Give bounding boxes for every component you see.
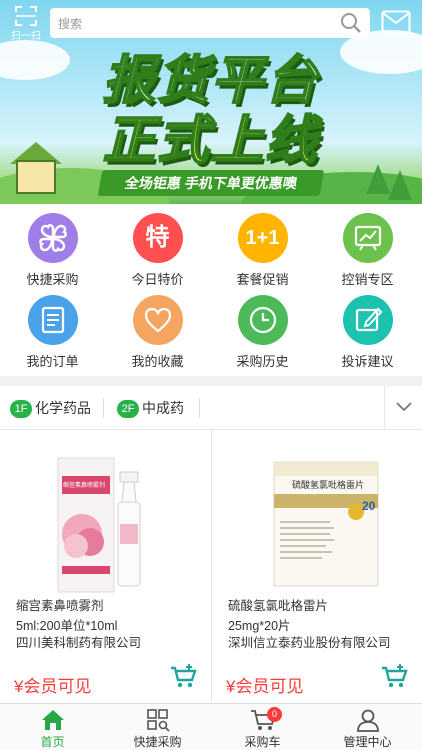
floor-badge: 2F — [117, 400, 139, 418]
section-divider — [0, 376, 422, 386]
tab-chinese-patent-medicine[interactable]: 2F 中成药 — [117, 386, 184, 430]
nav-label: 管理中心 — [343, 735, 392, 749]
message-icon[interactable] — [381, 10, 411, 34]
product-name: 缩宫素鼻喷雾剂 — [16, 599, 104, 613]
product-price: ¥会员可见 — [14, 677, 92, 696]
tab-separator — [103, 398, 104, 418]
search-icon[interactable] — [340, 12, 362, 34]
add-to-cart-icon[interactable] — [380, 662, 408, 690]
nav-home[interactable]: 首页 — [0, 704, 105, 750]
quick-item-label: 采购历史 — [236, 354, 289, 369]
add-to-cart-icon[interactable] — [169, 662, 197, 690]
quick-item-my-favorites[interactable]: 我的收藏 — [105, 286, 210, 369]
nav-management-center[interactable]: 管理中心 — [315, 704, 420, 750]
edit-note-icon — [342, 295, 393, 345]
product-image — [57, 457, 141, 593]
clock-icon — [237, 295, 288, 345]
floor-badge: 1F — [10, 400, 32, 418]
bundle-icon: 1+1 — [237, 213, 288, 263]
heart-icon — [132, 295, 183, 345]
quick-item-bundle-promo[interactable]: 1+1 套餐促销 — [210, 204, 315, 287]
quick-item-fast-purchase[interactable]: 快捷采购 — [0, 204, 105, 287]
app-page: 报货平台 正式上线 全场钜惠 手机下单更优惠噢 扫一扫 搜索 快捷采购 特 今日… — [0, 0, 422, 750]
banner-headline-2: 正式上线 — [102, 111, 319, 171]
scan-icon — [15, 6, 37, 26]
nav-label: 首页 — [40, 735, 65, 749]
product-manufacturer: 四川美科制药有限公司 — [16, 636, 142, 650]
product-name: 硫酸氢氯吡格雷片 — [228, 599, 329, 613]
banner-slogan: 全场钜惠 手机下单更优惠噢 — [97, 170, 325, 196]
tab-chemical-drugs[interactable]: 1F 化学药品 — [10, 386, 91, 430]
quick-item-controlled-sales[interactable]: 控销专区 — [315, 204, 420, 287]
product-price: ¥会员可见 — [226, 677, 304, 696]
scan-label: 扫一扫 — [11, 31, 41, 42]
quick-item-label: 我的收藏 — [131, 354, 184, 369]
quick-item-purchase-history[interactable]: 采购历史 — [210, 286, 315, 369]
nav-label: 采购车 — [244, 735, 281, 749]
nav-fast-purchase[interactable]: 快捷采购 — [105, 704, 210, 750]
order-list-icon — [27, 295, 78, 345]
product-box-label: 缩宫素鼻喷雾剂 — [62, 483, 105, 489]
nav-label: 快捷采购 — [133, 735, 182, 749]
home-icon — [41, 710, 64, 730]
tab-label: 中成药 — [142, 400, 184, 416]
nav-cart[interactable]: 0 采购车 — [210, 704, 315, 750]
cart-count-badge: 0 — [267, 707, 282, 722]
quick-item-label: 投诉建议 — [341, 354, 394, 369]
tree-decoration — [388, 170, 412, 200]
product-box-label-en: Clopidogrel Bisulfate Tablets — [296, 490, 360, 496]
quick-menu: 快捷采购 特 今日特价 1+1 套餐促销 控销专区 我的订单 我的收藏 采购历史… — [0, 204, 422, 374]
search-bar[interactable]: 搜索 — [50, 8, 370, 38]
product-card[interactable]: 硫酸氢氯吡格雷片 Clopidogrel Bisulfate Tablets 2… — [211, 430, 422, 702]
quick-item-my-orders[interactable]: 我的订单 — [0, 286, 105, 369]
special-price-icon: 特 — [132, 213, 183, 263]
category-tabs: 1F 化学药品 2F 中成药 — [0, 386, 422, 430]
product-image — [273, 461, 379, 587]
product-box-count: 20 — [362, 499, 376, 513]
quick-item-complaints[interactable]: 投诉建议 — [315, 286, 420, 369]
product-card[interactable]: 缩宫素鼻喷雾剂 缩宫素鼻喷雾剂 5ml:200单位*10ml 四川美科制药有限公… — [0, 430, 211, 702]
product-list: 缩宫素鼻喷雾剂 缩宫素鼻喷雾剂 5ml:200单位*10ml 四川美科制药有限公… — [0, 430, 422, 702]
product-manufacturer: 深圳信立泰药业股份有限公司 — [228, 636, 391, 650]
chart-board-icon — [342, 213, 393, 263]
grid-search-icon — [146, 709, 170, 732]
clover-icon — [27, 213, 78, 263]
search-input[interactable]: 搜索 — [58, 15, 82, 32]
quick-item-daily-special[interactable]: 特 今日特价 — [105, 204, 210, 287]
tab-separator — [199, 398, 200, 418]
chevron-down-icon — [396, 402, 412, 412]
bottom-nav: 首页 快捷采购 0 采购车 管理中心 — [0, 703, 422, 750]
user-icon — [356, 709, 379, 732]
expand-categories-button[interactable] — [384, 386, 422, 430]
tab-label: 化学药品 — [35, 400, 91, 416]
scan-button[interactable]: 扫一扫 — [6, 6, 46, 42]
quick-item-label: 我的订单 — [26, 354, 79, 369]
